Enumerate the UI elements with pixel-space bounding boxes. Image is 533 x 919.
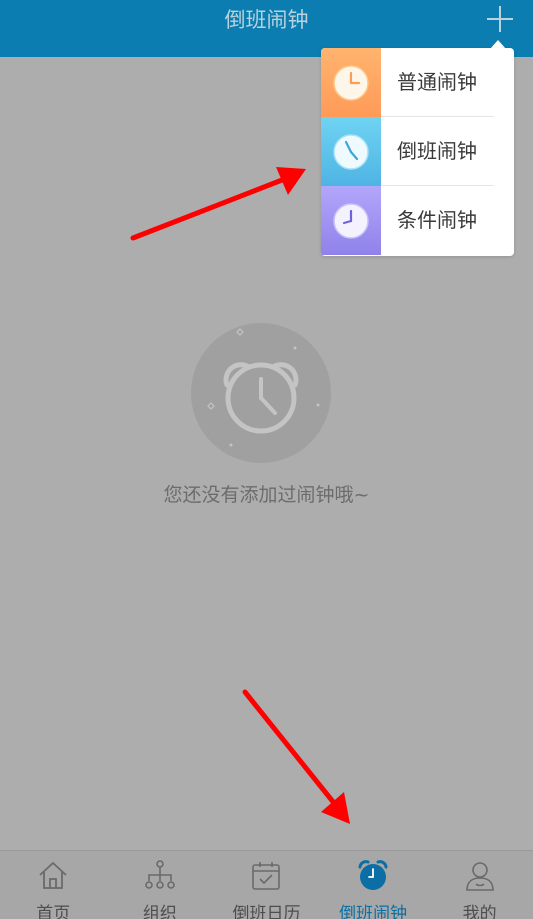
org-chart-icon [145, 860, 175, 889]
tab-label: 首页 [36, 904, 71, 919]
tab-shift-alarm[interactable]: 倒班闹钟 [320, 851, 427, 919]
page-title: 倒班闹钟 [224, 8, 309, 32]
calendar-icon [252, 862, 281, 890]
bottom-tab-bar: 首页 组织 倒班日历 倒班闹钟 我的 [0, 850, 533, 919]
menu-item-normal-alarm[interactable]: 普通闹钟 [321, 48, 514, 117]
add-alarm-menu: 普通闹钟 倒班闹钟 条件闹钟 [321, 48, 514, 256]
tab-label: 组织 [142, 904, 177, 919]
alarm-clock-icon [358, 860, 388, 890]
tab-label: 倒班闹钟 [339, 904, 408, 919]
menu-item-icon-tile [321, 117, 381, 186]
empty-state-message: 您还没有添加过闹钟哦~ [163, 484, 370, 506]
empty-state-illustration [191, 323, 331, 463]
tab-shift-calendar[interactable]: 倒班日历 [213, 851, 320, 919]
clock-icon [333, 203, 369, 239]
menu-item-icon-tile [321, 186, 381, 255]
tab-mine[interactable]: 我的 [426, 851, 533, 919]
tab-home[interactable]: 首页 [0, 851, 107, 919]
clock-icon [333, 65, 369, 101]
alarm-clock-icon [207, 328, 320, 447]
add-alarm-button[interactable] [485, 4, 515, 34]
plus-icon [487, 6, 513, 32]
tab-label: 我的 [462, 904, 497, 919]
menu-item-shift-alarm[interactable]: 倒班闹钟 [321, 117, 514, 186]
home-icon [39, 862, 67, 889]
menu-item-conditional-alarm[interactable]: 条件闹钟 [321, 186, 514, 255]
user-icon [465, 862, 494, 891]
tab-organization[interactable]: 组织 [107, 851, 214, 919]
menu-item-label: 普通闹钟 [397, 70, 477, 94]
menu-item-label: 倒班闹钟 [397, 139, 477, 163]
clock-icon [333, 134, 369, 170]
tab-label: 倒班日历 [232, 904, 301, 919]
menu-item-label: 条件闹钟 [397, 208, 477, 232]
menu-item-icon-tile [321, 48, 381, 117]
